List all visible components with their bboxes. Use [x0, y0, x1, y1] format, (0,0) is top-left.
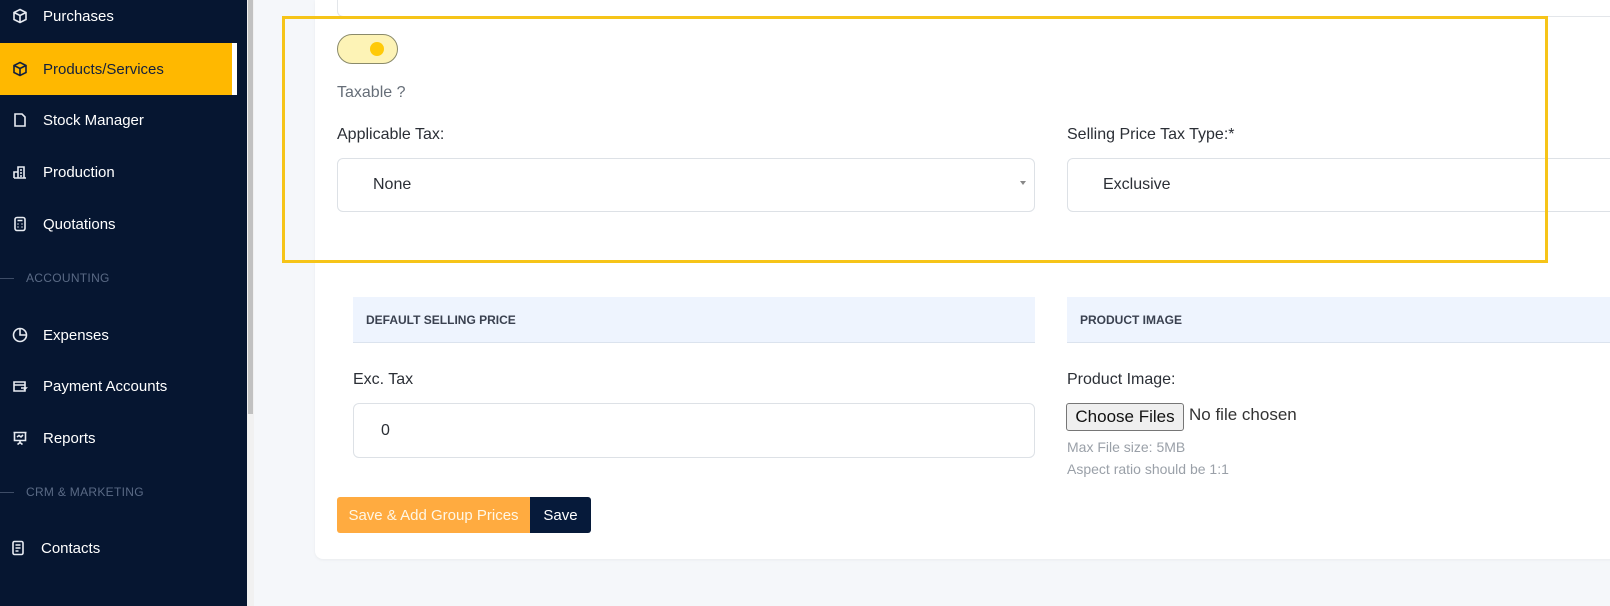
- file-status-text: No file chosen: [1189, 405, 1297, 424]
- cube-icon: [11, 60, 29, 78]
- calculator-icon: [11, 215, 29, 233]
- toggle-knob: [370, 42, 384, 56]
- aspect-ratio-hint: Aspect ratio should be 1:1: [1067, 461, 1229, 477]
- contacts-icon: [9, 539, 27, 557]
- sidebar-item-purchases[interactable]: Purchases: [0, 0, 236, 42]
- sidebar-item-label: Products/Services: [43, 60, 164, 78]
- selling-price-tax-type-value: Exclusive: [1103, 176, 1171, 193]
- chevron-down-icon: [1020, 181, 1026, 185]
- product-image-label: Product Image:: [1067, 371, 1176, 388]
- sidebar-item-label: Contacts: [41, 539, 101, 557]
- sidebar-item-label: Reports: [43, 429, 96, 447]
- taxable-label: Taxable ?: [337, 84, 406, 101]
- selling-price-tax-type-select[interactable]: Exclusive: [1067, 158, 1610, 212]
- exc-tax-value: 0: [381, 421, 390, 439]
- folder-icon: [11, 111, 29, 129]
- wallet-icon: [11, 377, 29, 395]
- previous-field-edge: [337, 0, 1610, 17]
- factory-icon: [11, 163, 29, 181]
- sidebar-item-label: Production: [43, 163, 115, 181]
- applicable-tax-select[interactable]: None: [337, 158, 1035, 212]
- sidebar-item-label: Payment Accounts: [43, 377, 168, 395]
- exc-tax-label: Exc. Tax: [353, 371, 414, 388]
- sidebar-item-payment-accounts[interactable]: Payment Accounts: [0, 360, 236, 412]
- section-crm-marketing: CRM & MARKETING: [0, 482, 144, 502]
- sidebar-item-label: Stock Manager: [43, 111, 144, 129]
- box-icon: [11, 7, 29, 25]
- selling-price-tax-type-label: Selling Price Tax Type:*: [1067, 126, 1235, 143]
- save-add-group-prices-button[interactable]: Save & Add Group Prices: [337, 497, 530, 533]
- product-image-heading: PRODUCT IMAGE: [1067, 297, 1610, 343]
- applicable-tax-value: None: [373, 176, 412, 193]
- applicable-tax-label: Applicable Tax:: [337, 126, 445, 143]
- default-selling-price-heading: DEFAULT SELLING PRICE: [353, 297, 1035, 343]
- section-label: ACCOUNTING: [26, 271, 110, 285]
- save-button[interactable]: Save: [530, 497, 591, 533]
- section-accounting: ACCOUNTING: [0, 268, 110, 288]
- pie-chart-icon: [11, 326, 29, 344]
- active-indicator: [232, 43, 237, 95]
- taxable-toggle[interactable]: [337, 34, 398, 64]
- sidebar-item-contacts[interactable]: Contacts: [0, 522, 236, 574]
- sidebar-item-stock-manager[interactable]: Stock Manager: [0, 94, 236, 146]
- sidebar-item-expenses[interactable]: Expenses: [0, 309, 236, 361]
- sidebar-item-products-services[interactable]: Products/Services: [0, 43, 236, 95]
- sidebar-scrollbar-thumb[interactable]: [248, 0, 253, 414]
- exc-tax-input[interactable]: 0: [353, 403, 1035, 458]
- sidebar-item-label: Expenses: [43, 326, 109, 344]
- sidebar: Purchases Products/Services Stock Manage…: [0, 0, 247, 606]
- product-form-card: [315, 0, 1610, 559]
- sidebar-item-label: Purchases: [43, 7, 114, 25]
- sidebar-item-reports[interactable]: Reports: [0, 412, 236, 464]
- sidebar-item-quotations[interactable]: Quotations: [0, 198, 236, 250]
- section-divider: [0, 491, 14, 493]
- presentation-icon: [11, 429, 29, 447]
- section-divider: [0, 277, 14, 279]
- max-file-size-hint: Max File size: 5MB: [1067, 439, 1186, 455]
- sidebar-item-production[interactable]: Production: [0, 146, 236, 198]
- choose-files-button[interactable]: Choose Files: [1066, 403, 1184, 431]
- sidebar-item-label: Quotations: [43, 215, 116, 233]
- section-label: CRM & MARKETING: [26, 485, 144, 499]
